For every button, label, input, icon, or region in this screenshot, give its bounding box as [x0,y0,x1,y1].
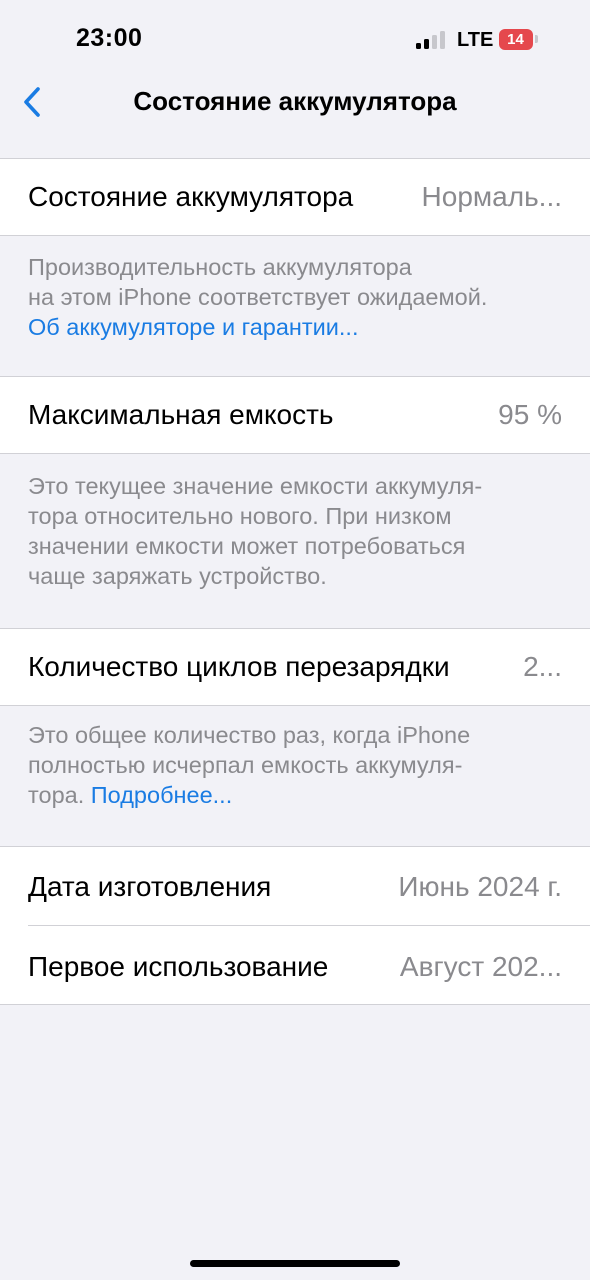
battery-level: 14 [507,31,524,48]
battery-health-footnote: Производительность аккумулятора на этом … [28,252,558,342]
page-title: Состояние аккумулятора [133,86,457,116]
first-use-value: Август 202... [399,951,562,982]
network-type: LTE [457,29,494,51]
footnote-line: значении емкости может потребоваться [28,533,466,559]
footnote-line-with-link: тора. Подробнее... [28,780,558,810]
cycle-count-label: Количество циклов перезарядки [28,651,450,682]
battery-tip [535,35,538,43]
cycle-count-value: 2... [523,651,562,682]
footnote-line: Производительность аккумулятора [28,254,412,280]
footnote-line: полностью исчерпал емкость аккумуля- [28,752,463,778]
maximum-capacity-row: Максимальная емкость 95 % [0,376,590,454]
manufacture-date-value: Июнь 2024 г. [398,871,562,902]
footnote-line: тора относительно нового. При низком [28,503,452,529]
footnote-text: тора. [28,782,91,808]
footnote-line: чаще заряжать устройство. [28,563,327,589]
maximum-capacity-label: Максимальная емкость [28,399,334,430]
first-use-label: Первое использование [28,951,329,982]
navigation-bar: Состояние аккумулятора [0,80,590,124]
battery-icon: 14 [499,29,533,50]
battery-health-label: Состояние аккумулятора [28,181,354,212]
cycle-count-row: Количество циклов перезарядки 2... [0,628,590,706]
status-time: 23:00 [76,24,143,52]
home-indicator[interactable] [190,1260,400,1267]
battery-warranty-link[interactable]: Об аккумуляторе и гарантии... [28,312,558,342]
dates-group: Дата изготовления Июнь 2024 г. Первое ис… [0,846,590,1005]
maximum-capacity-footnote: Это текущее значение емкости аккумуля- т… [28,471,558,591]
manufacture-date-label: Дата изготовления [28,871,272,902]
battery-health-value: Нормаль... [421,181,562,212]
learn-more-link[interactable]: Подробнее... [91,782,232,808]
row-divider [28,925,590,926]
footnote-line: Это общее количество раз, когда iPhone [28,722,471,748]
cycle-count-footnote: Это общее количество раз, когда iPhone п… [28,720,558,810]
status-bar: 23:00 LTE 14 [0,0,590,80]
footnote-line: Это текущее значение емкости аккумуля- [28,473,483,499]
cellular-signal-icon [416,31,448,49]
footnote-line: на этом iPhone соответствует ожидаемой. [28,284,488,310]
battery-health-row[interactable]: Состояние аккумулятора Нормаль... [0,158,590,236]
maximum-capacity-value: 95 % [498,399,562,430]
